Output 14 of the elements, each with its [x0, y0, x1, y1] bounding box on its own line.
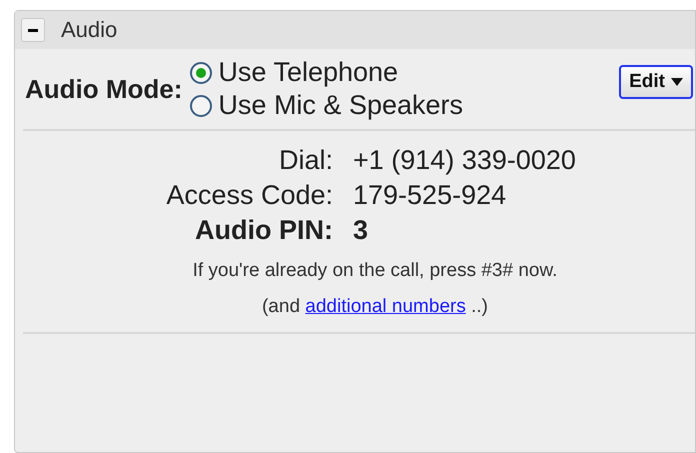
section-title: Audio — [61, 17, 118, 43]
additional-numbers-link[interactable]: additional numbers — [305, 296, 466, 317]
additional-numbers-text: (and additional numbers ..) — [262, 296, 488, 318]
field-label: Audio PIN: — [194, 215, 333, 246]
field-value: 179-525-924 — [353, 180, 508, 211]
radio-option[interactable]: Use Mic & Speakers — [190, 90, 464, 121]
instruction-text: If you're already on the call, press #3# now. — [192, 260, 558, 282]
radio-option[interactable]: Use Telephone — [190, 57, 464, 88]
field-value: +1 (914) 339-0020 — [353, 145, 577, 176]
field-label: Dial: — [278, 145, 333, 176]
field-label: Access Code: — [165, 180, 333, 211]
field-label: Audio Mode: — [25, 74, 182, 104]
field-value: 3 — [353, 215, 370, 246]
edit-dropdown-button[interactable]: Edit — [619, 65, 693, 99]
